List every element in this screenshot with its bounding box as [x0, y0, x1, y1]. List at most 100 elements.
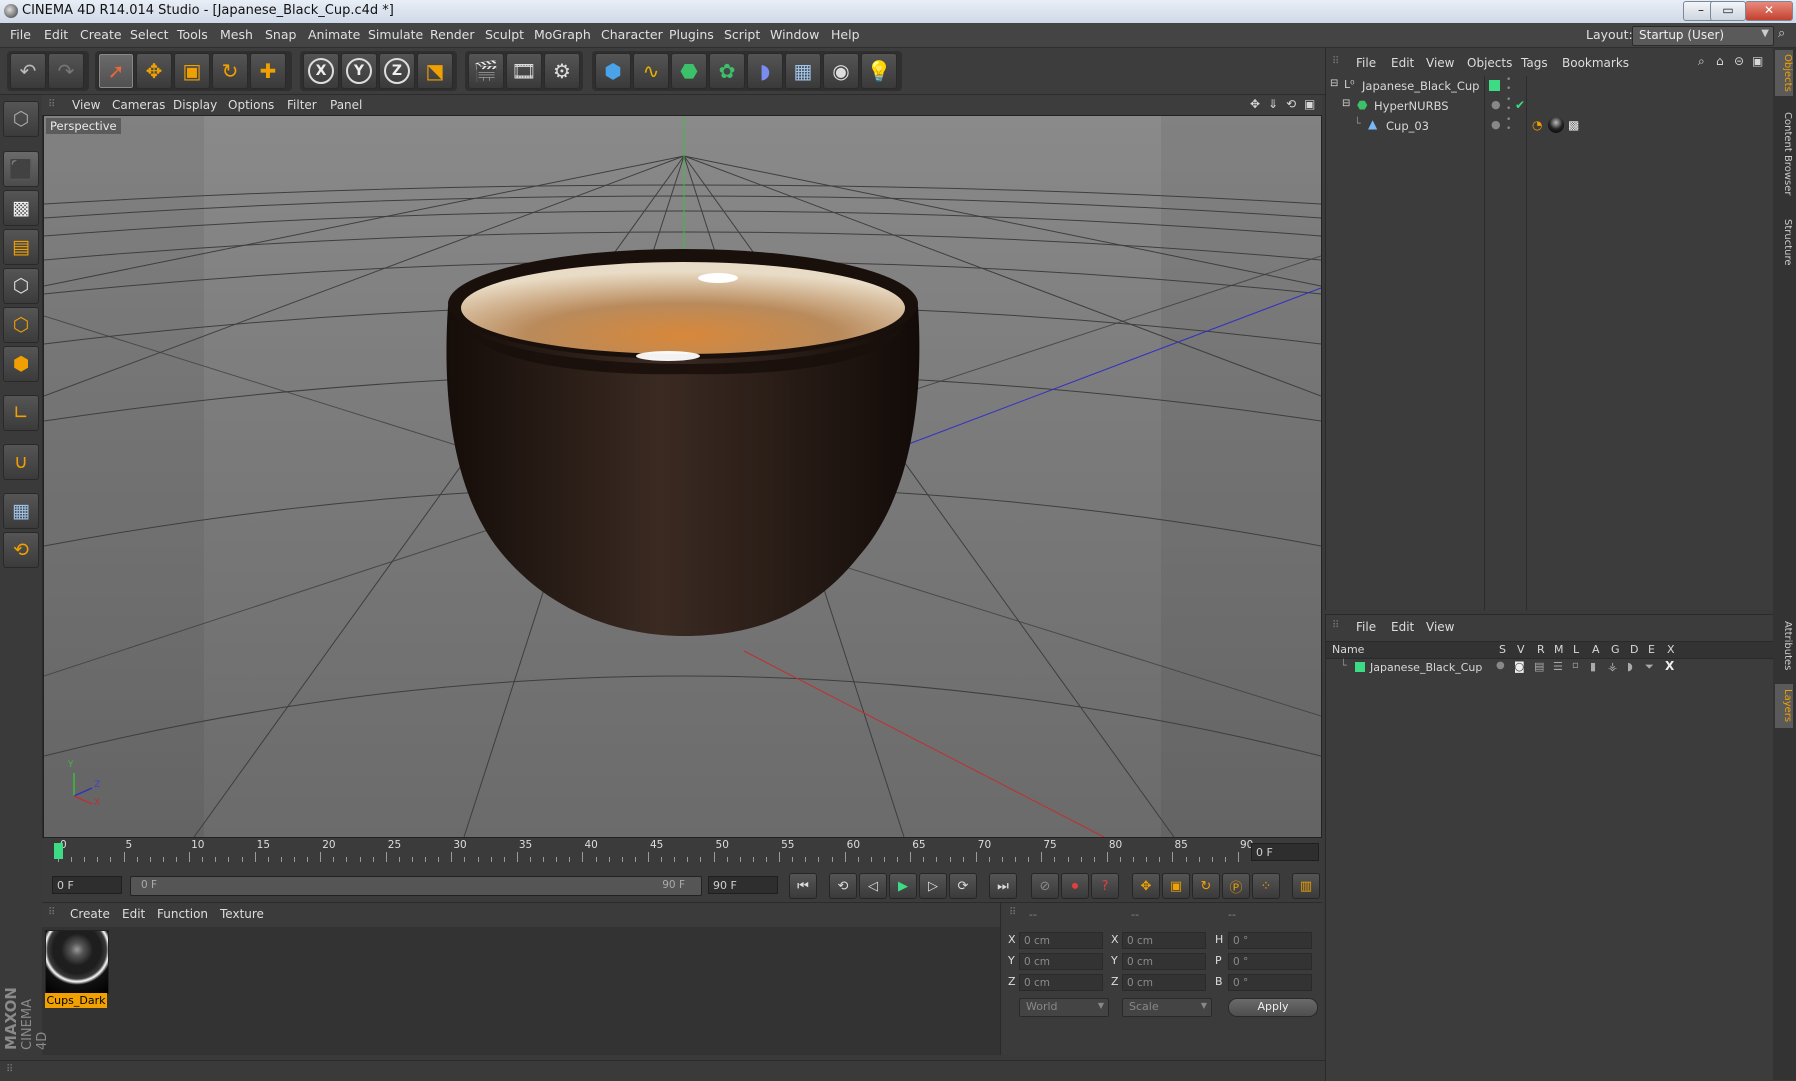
deformers-toggle-icon[interactable]: ◗ — [1627, 660, 1633, 673]
key-position-button[interactable]: ✥ — [1132, 873, 1160, 899]
move-button[interactable]: ✥ — [136, 53, 172, 89]
uvw-tag-icon[interactable]: ▩ — [1568, 118, 1579, 132]
new-window-icon[interactable]: ▣ — [1752, 54, 1763, 68]
z-axis-button[interactable]: Z — [379, 53, 415, 89]
render-toggle-icon[interactable]: ▤ — [1534, 660, 1544, 673]
size-z-field[interactable]: 0 cm — [1122, 974, 1206, 991]
viewport-menu-view[interactable]: View — [72, 98, 100, 112]
menu-simulate[interactable]: Simulate — [368, 27, 423, 42]
material-menu-edit[interactable]: Edit — [122, 907, 145, 921]
coordinate-system-button[interactable]: ⬔ — [417, 53, 453, 89]
camera-button[interactable]: ◉ — [823, 53, 859, 89]
scale-button[interactable]: ▣ — [174, 53, 210, 89]
viewport-menu-options[interactable]: Options — [228, 98, 274, 112]
menu-plugins[interactable]: Plugins — [669, 27, 714, 42]
light-button[interactable]: 💡 — [861, 53, 897, 89]
search-icon[interactable]: ⌕ — [1698, 54, 1705, 69]
viewport-menu-filter[interactable]: Filter — [287, 98, 317, 112]
next-key-button[interactable]: ⟳ — [949, 873, 977, 899]
tab-structure[interactable]: Structure — [1775, 212, 1793, 272]
go-to-start-button[interactable]: ⏮ — [789, 873, 817, 899]
pos-z-field[interactable]: 0 cm — [1019, 974, 1103, 991]
next-frame-button[interactable]: ▷ — [919, 873, 947, 899]
play-button[interactable]: ▶ — [889, 873, 917, 899]
layer-menu-edit[interactable]: Edit — [1391, 620, 1414, 634]
frame-range-slider[interactable]: 0 F 90 F — [130, 876, 702, 896]
tab-content-browser[interactable]: Content Browser — [1775, 104, 1793, 204]
menu-window[interactable]: Window — [770, 27, 819, 42]
previous-frame-button[interactable]: ◁ — [859, 873, 887, 899]
object-menu-view[interactable]: View — [1426, 56, 1454, 70]
menu-tools[interactable]: Tools — [177, 27, 208, 42]
enabled-check-icon[interactable]: ✔ — [1515, 98, 1525, 112]
material-menu-create[interactable]: Create — [70, 907, 110, 921]
rotate-button[interactable]: ↻ — [212, 53, 248, 89]
menu-character[interactable]: Character — [601, 27, 663, 42]
rot-b-field[interactable]: 0 ° — [1228, 974, 1312, 991]
timeline-button[interactable]: ▥ — [1292, 873, 1320, 899]
column-m[interactable]: M — [1554, 643, 1564, 656]
timeline-ruler[interactable]: 0 5 10 15 20 25 30 35 40 45 50 55 60 65 70 75 80 85 90 0 F — [42, 838, 1322, 868]
workplane-mode-button[interactable]: ▤ — [3, 229, 39, 265]
tab-attributes[interactable]: Attributes — [1775, 616, 1793, 676]
orbit-icon[interactable]: ⟲ — [1286, 97, 1296, 111]
column-a[interactable]: A — [1592, 643, 1600, 656]
x-axis-button[interactable]: X — [303, 53, 339, 89]
layer-row[interactable]: └ Japanese_Black_Cup ● ◙ ▤ ☰ ▫ ▮ ⚶ ◗ ⏷ X — [1326, 659, 1774, 677]
previous-key-button[interactable]: ⟲ — [829, 873, 857, 899]
floor-button[interactable]: ▦ — [785, 53, 821, 89]
collapse-icon[interactable]: ⊟ — [1342, 98, 1350, 109]
menu-mograph[interactable]: MoGraph — [534, 27, 591, 42]
menu-edit[interactable]: Edit — [44, 27, 68, 42]
lock-toggle-icon[interactable]: ▫ — [1572, 660, 1579, 671]
key-point-level-button[interactable]: ⁘ — [1252, 873, 1280, 899]
column-g[interactable]: G — [1611, 643, 1620, 656]
home-icon[interactable]: ⌂ — [1716, 54, 1724, 68]
close-button[interactable]: ✕ — [1745, 1, 1793, 21]
column-s[interactable]: S — [1499, 643, 1506, 656]
recent-tool-button[interactable]: ✚ — [250, 53, 286, 89]
axis-mode-button[interactable]: ∟ — [3, 395, 39, 431]
workplane-lock-button[interactable]: ▦ — [3, 493, 39, 529]
coord-scale-select[interactable]: Scale ▼ — [1122, 998, 1212, 1017]
column-x[interactable]: X — [1667, 643, 1675, 656]
object-menu-file[interactable]: File — [1356, 56, 1376, 70]
xref-toggle-icon[interactable]: X — [1665, 659, 1674, 673]
pos-x-field[interactable]: 0 cm — [1019, 932, 1103, 949]
spline-button[interactable]: ∿ — [633, 53, 669, 89]
rot-h-field[interactable]: 0 ° — [1228, 932, 1312, 949]
manager-toggle-icon[interactable]: ☰ — [1553, 660, 1563, 673]
column-e[interactable]: E — [1648, 643, 1655, 656]
size-x-field[interactable]: 0 cm — [1122, 932, 1206, 949]
cube-button[interactable]: ⬢ — [595, 53, 631, 89]
viewport-menu-display[interactable]: Display — [173, 98, 217, 112]
menu-file[interactable]: File — [10, 27, 31, 42]
animation-toggle-icon[interactable]: ▮ — [1590, 660, 1596, 673]
render-picture-viewer-button[interactable]: 🎞 — [506, 53, 542, 89]
solo-toggle-icon[interactable]: ● — [1496, 660, 1505, 671]
phong-tag-icon[interactable]: ◔ — [1532, 118, 1542, 132]
lock-icon[interactable]: ⊝ — [1734, 54, 1744, 68]
object-menu-edit[interactable]: Edit — [1391, 56, 1414, 70]
dolly-icon[interactable]: ⇓ — [1268, 97, 1278, 111]
size-y-field[interactable]: 0 cm — [1122, 953, 1206, 970]
view-toggle-icon[interactable]: ◙ — [1514, 660, 1525, 673]
material-menu-texture[interactable]: Texture — [220, 907, 264, 921]
menu-sculpt[interactable]: Sculpt — [485, 27, 524, 42]
menu-select[interactable]: Select — [130, 27, 169, 42]
tab-objects[interactable]: Objects — [1775, 50, 1793, 96]
nurbs-button[interactable]: ⬣ — [671, 53, 707, 89]
points-mode-button[interactable]: ⬡ — [3, 268, 39, 304]
y-axis-button[interactable]: Y — [341, 53, 377, 89]
menu-snap[interactable]: Snap — [265, 27, 296, 42]
keyframe-selection-button[interactable]: ? — [1091, 873, 1119, 899]
record-keys-button[interactable]: ⊘ — [1031, 873, 1059, 899]
undo-button[interactable]: ↶ — [10, 53, 46, 89]
array-button[interactable]: ✿ — [709, 53, 745, 89]
redo-button[interactable]: ↷ — [48, 53, 84, 89]
menu-script[interactable]: Script — [724, 27, 760, 42]
object-menu-objects[interactable]: Objects — [1467, 56, 1512, 70]
material-menu-function[interactable]: Function — [157, 907, 208, 921]
collapse-icon[interactable]: ⊟ — [1330, 78, 1338, 89]
pos-y-field[interactable]: 0 cm — [1019, 953, 1103, 970]
